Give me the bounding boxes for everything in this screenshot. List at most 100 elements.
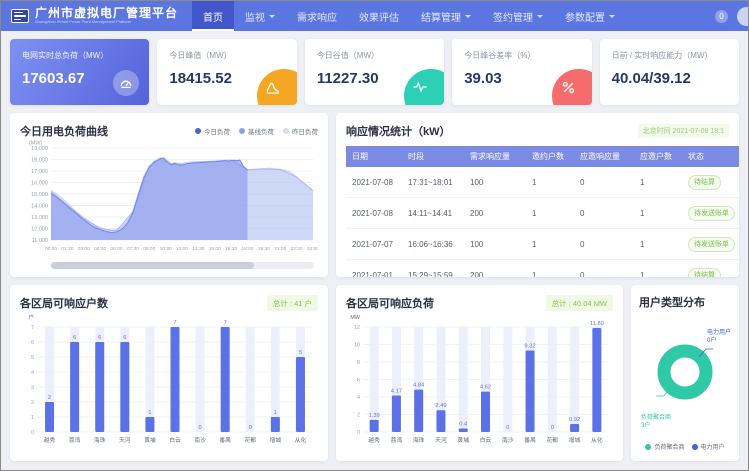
svg-text:海珠: 海珠 <box>413 436 425 444</box>
svg-text:07:30: 07:30 <box>127 246 139 252</box>
svg-text:11.89: 11.89 <box>590 321 604 327</box>
svg-text:0.92: 0.92 <box>569 417 580 423</box>
svg-text:荔湾: 荔湾 <box>69 436 81 444</box>
svg-text:6: 6 <box>357 378 360 384</box>
legend-item-today[interactable]: 今日负荷 <box>195 126 230 136</box>
total-users-badge: 总计 : 41 户 <box>267 295 318 311</box>
svg-text:11,000: 11,000 <box>32 238 48 244</box>
chart-zoom-scrollbar[interactable] <box>51 262 314 269</box>
legend-item-baseline[interactable]: 基线负荷 <box>239 126 274 136</box>
svg-text:(MW): (MW) <box>29 141 43 147</box>
notification-badge[interactable]: 0 <box>715 10 728 23</box>
legend-item-power-user[interactable]: 电力用户 <box>692 442 725 451</box>
user-type-chart[interactable]: 电力用户0户 负荷聚合商3户 <box>639 312 731 438</box>
load-curve-chart[interactable]: 11,00012,00013,00014,00015,00016,00017,0… <box>20 139 318 253</box>
nav-item-params[interactable]: 参数配置 <box>554 1 626 31</box>
status-badge: 待结算 <box>688 175 721 190</box>
kpi-card-today-valley: 今日谷值（MW） 11227.30 <box>305 39 444 105</box>
svg-text:白云: 白云 <box>480 436 492 444</box>
response-load-chart[interactable]: 024681012MW1.39越秀4.17荔湾4.84海珠2.49天河0.4黄埔… <box>346 311 613 445</box>
svg-text:18,000: 18,000 <box>31 158 48 164</box>
svg-text:01:30: 01:30 <box>61 246 73 252</box>
status-badge: 待发送账单 <box>688 237 735 252</box>
response-users-chart[interactable]: 01234567户2越秀6荔湾6海珠6天河1黄埔7白云0南沙7番禺0花都1增城5… <box>20 311 318 445</box>
kpi-card-today-peak: 今日峰值（MW） 18415.52 <box>157 39 296 105</box>
nav-item-monitor[interactable]: 监视 <box>234 1 286 31</box>
dashboard: 电网实时总负荷（MW） 17603.67 今日峰值（MW） 18415.52 今… <box>1 31 748 469</box>
svg-text:6: 6 <box>31 340 34 346</box>
svg-text:增城: 增城 <box>270 436 282 444</box>
column-header: 日期 <box>346 146 402 167</box>
svg-text:10: 10 <box>354 343 360 349</box>
kpi-label: 今日峰谷差率（%） <box>464 50 579 61</box>
svg-text:番禺: 番禺 <box>524 437 536 444</box>
svg-text:从化: 从化 <box>591 436 603 444</box>
svg-text:06:00: 06:00 <box>110 246 122 252</box>
gauge-icon <box>113 70 139 96</box>
donut-label-aggregator: 负荷聚合商3户 <box>641 415 671 430</box>
svg-text:13:30: 13:30 <box>192 246 204 252</box>
svg-text:12,000: 12,000 <box>31 227 48 233</box>
svg-text:白云: 白云 <box>169 436 181 444</box>
panel-title: 响应情况统计（kW） <box>346 123 451 139</box>
svg-text:MW: MW <box>350 315 361 321</box>
legend-item-yesterday[interactable]: 昨日负荷 <box>283 126 318 136</box>
column-header: 应邀户数 <box>634 146 682 167</box>
table-row: 2021-07-0115:29~15:59200101待结算查看 <box>346 260 739 278</box>
chevron-down-icon <box>609 15 615 21</box>
load-curve-panel: 今日用电负荷曲线 今日负荷 基线负荷 昨日负荷 11,00012,00013,0… <box>10 113 328 277</box>
zoom-thumb[interactable] <box>51 262 254 269</box>
legend-dot <box>283 128 289 134</box>
svg-text:番禺: 番禺 <box>219 437 231 444</box>
nav-item-home[interactable]: 首页 <box>192 1 234 31</box>
svg-text:黄埔: 黄埔 <box>144 436 156 444</box>
svg-text:22:30: 22:30 <box>291 246 303 252</box>
column-header: 应邀响应量 <box>574 146 634 167</box>
nav-item-contract[interactable]: 签约管理 <box>482 1 554 31</box>
response-stats-panel: 响应情况统计（kW） 北京时间 2021-07-08 18:1 日期时段需求响应… <box>336 113 739 277</box>
kpi-card-response-capacity: 日前 / 实时响应能力（MW） 40.04/39.12 <box>600 39 739 105</box>
kpi-label: 今日峰值（MW） <box>169 50 284 61</box>
column-header: 需求响应量 <box>464 146 526 167</box>
column-header: 邀约户数 <box>526 146 574 167</box>
svg-text:7: 7 <box>173 320 176 326</box>
svg-text:从化: 从化 <box>295 436 307 444</box>
avatar[interactable] <box>737 7 749 26</box>
nav-item-effect-eval[interactable]: 效果评估 <box>348 1 410 31</box>
middle-row: 今日用电负荷曲线 今日负荷 基线负荷 昨日负荷 11,00012,00013,0… <box>10 113 739 277</box>
table-row: 2021-07-0814:11~14:41200101待发送账单查看 <box>346 198 739 229</box>
legend-dot <box>645 444 651 450</box>
svg-text:6: 6 <box>98 335 101 341</box>
svg-text:黄埔: 黄埔 <box>457 436 469 444</box>
table-header-row: 日期时段需求响应量邀约户数应邀响应量应邀户数状态操作 <box>346 146 739 167</box>
svg-text:南沙: 南沙 <box>194 436 206 444</box>
load-curve-legend: 今日负荷 基线负荷 昨日负荷 <box>195 126 318 136</box>
app-root: 广州市虚拟电厂管理平台 Guangzhou Virtual Power Plan… <box>0 0 749 471</box>
svg-text:5: 5 <box>299 350 302 356</box>
svg-text:0: 0 <box>31 430 34 436</box>
logo-icon <box>11 9 29 23</box>
svg-text:0: 0 <box>357 430 360 436</box>
svg-text:14,000: 14,000 <box>31 204 48 210</box>
nav-item-demand-response[interactable]: 需求响应 <box>286 1 348 31</box>
donut-label-power-user: 电力用户0户 <box>707 330 731 345</box>
svg-text:荔湾: 荔湾 <box>391 436 403 444</box>
nav-right: 0 <box>715 7 748 26</box>
chevron-down-icon <box>269 15 275 21</box>
nav-item-settlement[interactable]: 结算管理 <box>410 1 482 31</box>
svg-text:4.84: 4.84 <box>413 383 425 389</box>
svg-text:海珠: 海珠 <box>94 436 106 444</box>
svg-text:增城: 增城 <box>569 436 581 444</box>
svg-text:6: 6 <box>73 335 76 341</box>
svg-text:南沙: 南沙 <box>502 436 514 444</box>
kpi-label: 电网实时总负荷（MW） <box>22 50 137 61</box>
svg-text:13,000: 13,000 <box>31 215 48 221</box>
kpi-label: 日前 / 实时响应能力（MW） <box>612 50 727 61</box>
svg-text:天河: 天河 <box>119 436 131 444</box>
svg-text:15,000: 15,000 <box>31 192 48 198</box>
legend-dot <box>239 128 245 134</box>
column-header: 时段 <box>402 146 464 167</box>
kpi-value: 40.04/39.12 <box>612 70 727 87</box>
status-badge: 待结算 <box>688 268 721 278</box>
legend-item-aggregator[interactable]: 负荷聚合商 <box>645 442 684 451</box>
